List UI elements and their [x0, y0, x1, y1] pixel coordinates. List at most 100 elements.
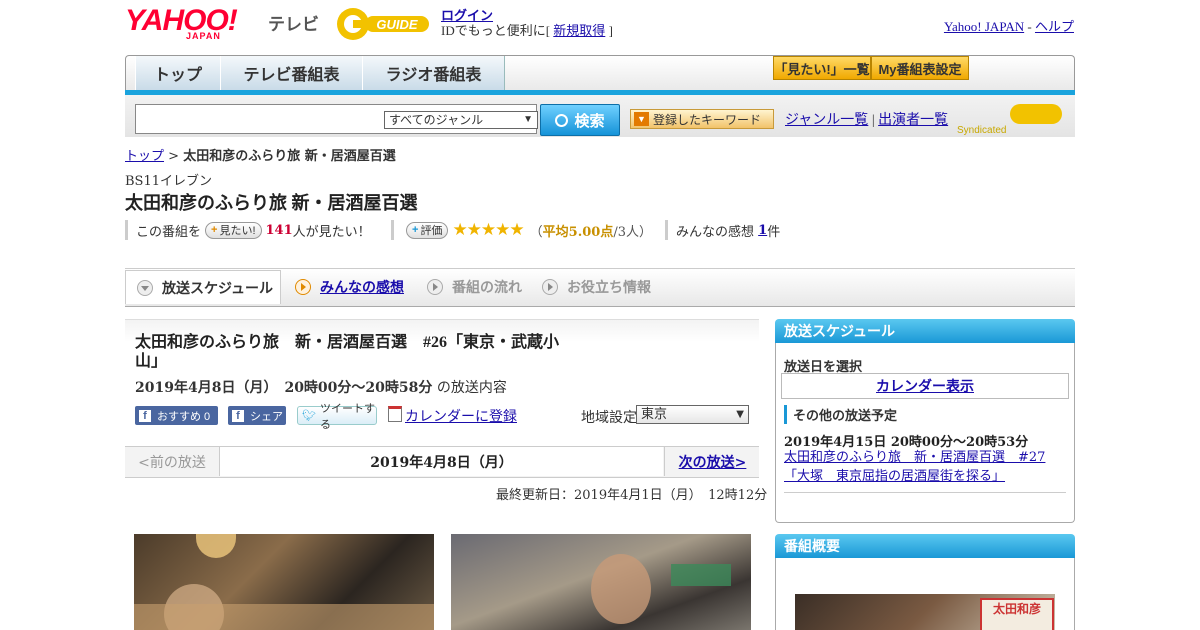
header-link-separator: - [1024, 19, 1035, 34]
region-select-value: 東京 [641, 407, 668, 422]
signup-link[interactable]: 新規取得 [553, 23, 605, 38]
photo-sign-shape [671, 564, 731, 586]
photo-sign-text: 太田和彦 [992, 602, 1041, 616]
tab-flow-label: 番組の流れ [452, 279, 522, 295]
want-button-label: 見たい! [219, 225, 256, 237]
episode-date: 2019年4月8日（月） 20時00分～20時58分 [135, 380, 433, 396]
rate-button[interactable]: + 評価 [406, 221, 449, 239]
svg-text:GUIDE: GUIDE [376, 17, 418, 32]
calendar-register-link[interactable]: カレンダーに登録 [405, 409, 517, 425]
syndicated-label: Syndicated [957, 125, 1007, 136]
calendar-display-button[interactable]: カレンダー表示 [781, 373, 1069, 399]
program-overview-photo: 太田和彦 [795, 594, 1055, 630]
episode-title: 太田和彦のふらり旅 新・居酒屋百選 #26「東京・武蔵小山」 [135, 334, 560, 370]
tab-impressions[interactable]: みんなの感想 [295, 270, 404, 304]
rating-open: （ [529, 224, 543, 240]
sidebar-divider [784, 492, 1066, 493]
tab-schedule-label: 放送スケジュール [162, 279, 274, 296]
help-link[interactable]: ヘルプ [1035, 19, 1074, 34]
magnifier-icon [555, 113, 569, 127]
search-button[interactable]: 検索 [540, 104, 620, 136]
tab-info-label: お役立ち情報 [567, 279, 651, 295]
twitter-bird-icon: 🐦︎ [302, 410, 316, 422]
pager-current-date: 2019年4月8日（月） [220, 447, 663, 476]
want-suffix: 人が見たい！ [292, 224, 371, 240]
breadcrumb-separator: > [164, 149, 184, 164]
episode-photo-2 [451, 534, 751, 630]
rating-segment: + 評価 ★★★★★ （平均5.00点/3人） [391, 220, 652, 240]
facebook-recommend-button[interactable]: f おすすめ 0 [135, 406, 218, 425]
tab-impressions-label: みんなの感想 [320, 279, 404, 295]
want-list-button[interactable]: 「見たい!」一覧 [773, 56, 871, 80]
want-count: 141 [265, 222, 293, 238]
episode-photo-1 [134, 534, 434, 630]
sidebar-overview-header: 番組概要 [775, 534, 1075, 558]
photo-counter-shape [134, 604, 434, 630]
rating-summary: （平均5.00点/3人） [530, 221, 652, 240]
previous-broadcast-link: <前の放送 [125, 447, 220, 476]
genre-list-link[interactable]: ジャンル一覧 [785, 113, 868, 128]
tv-label: テレビ [268, 15, 319, 34]
chevron-down-icon: ▼ [523, 114, 533, 125]
tab-arrow-icon [427, 279, 443, 295]
photo-lamp-shape [196, 534, 236, 558]
tab-arrow-icon [137, 279, 153, 296]
search-links: ジャンル一覧 | 出演者一覧 [785, 109, 948, 129]
genre-select-value: すべてのジャンル [389, 113, 484, 127]
dropdown-arrow-icon: ▼ [634, 112, 649, 126]
facebook-icon: f [232, 409, 244, 422]
calendar-display-link[interactable]: カレンダー表示 [876, 376, 974, 396]
facebook-icon: f [139, 409, 151, 422]
nav-tab-radio-schedule[interactable]: ラジオ番組表 [362, 56, 505, 90]
rating-count: /3人） [613, 224, 652, 240]
search-button-label: 検索 [574, 112, 605, 130]
impressions-count-link[interactable]: 1 [758, 223, 767, 238]
facebook-share-button[interactable]: f シェア [228, 406, 286, 425]
calendar-register[interactable]: カレンダーに登録 [388, 406, 517, 426]
station-name: BS11イレブン [125, 174, 213, 189]
rating-average: 平均5.00点 [542, 224, 614, 240]
other-broadcast-link[interactable]: 太田和彦のふらり旅 新・居酒屋百選 #27「大塚 東京屈指の居酒屋街を探る」 [784, 448, 1069, 486]
want-button[interactable]: + 見たい! [205, 221, 262, 239]
yahoo-japan-sublogo: JAPAN [186, 31, 221, 41]
my-schedule-settings-button[interactable]: My番組表設定 [871, 56, 969, 80]
tab-arrow-icon [295, 279, 311, 295]
gguide-logo-icon: GUIDE [337, 8, 429, 40]
impressions-segment: みんなの感想 1件 [665, 220, 780, 240]
rating-stars: ★★★★★ [452, 220, 524, 240]
episode-airtime: 2019年4月8日（月） 20時00分～20時58分 の放送内容 [135, 377, 507, 397]
performer-list-link[interactable]: 出演者一覧 [878, 113, 948, 128]
yahoo-japan-link[interactable]: Yahoo! JAPAN [944, 19, 1024, 34]
tab-flow: 番組の流れ [427, 270, 522, 304]
gguide-mini-icon [1010, 104, 1063, 124]
breadcrumb: トップ > 太田和彦のふらり旅 新・居酒屋百選 [125, 145, 396, 164]
breadcrumb-top-link[interactable]: トップ [125, 149, 164, 164]
breadcrumb-current: 太田和彦のふらり旅 新・居酒屋百選 [183, 149, 396, 164]
registered-keyword-label: 登録したキーワード [653, 112, 762, 127]
genre-select[interactable]: すべてのジャンル ▼ [384, 111, 538, 129]
tweet-button[interactable]: 🐦︎ ツイートする [297, 403, 377, 431]
other-broadcasts-label: その他の放送予定 [784, 405, 897, 424]
tab-info: お役立ち情報 [542, 270, 651, 304]
impressions-label: みんなの感想 [676, 224, 755, 240]
facebook-recommend-label: おすすめ 0 [157, 410, 211, 423]
impressions-suffix: 件 [767, 224, 781, 240]
next-broadcast-link[interactable]: 次の放送> [664, 447, 760, 476]
episode-date-suffix: の放送内容 [436, 380, 507, 396]
nav-tab-tv-schedule[interactable]: テレビ番組表 [220, 56, 363, 90]
rate-button-label: 評価 [420, 225, 443, 237]
login-prompt: IDでもっと便利に[ 新規取得 ] [441, 20, 613, 39]
search-links-separator: | [868, 113, 879, 128]
page-title: 太田和彦のふらり旅 新・居酒屋百選 [125, 193, 418, 213]
calendar-icon [388, 406, 402, 422]
gguide-logo[interactable]: GUIDE [335, 6, 433, 42]
last-updated: 最終更新日：2019年4月1日（月） 12時12分 [496, 488, 768, 503]
tab-schedule[interactable]: 放送スケジュール [125, 270, 281, 304]
region-select[interactable]: 東京 ▼ [636, 405, 749, 424]
plus-icon: + [211, 224, 218, 236]
want-prefix: この番組を [136, 224, 202, 240]
nav-tab-top[interactable]: トップ [135, 56, 221, 90]
registered-keyword-button[interactable]: ▼ 登録したキーワード [630, 109, 774, 129]
tab-arrow-icon [542, 279, 558, 295]
photo-sign-board: 太田和彦 [980, 598, 1054, 630]
